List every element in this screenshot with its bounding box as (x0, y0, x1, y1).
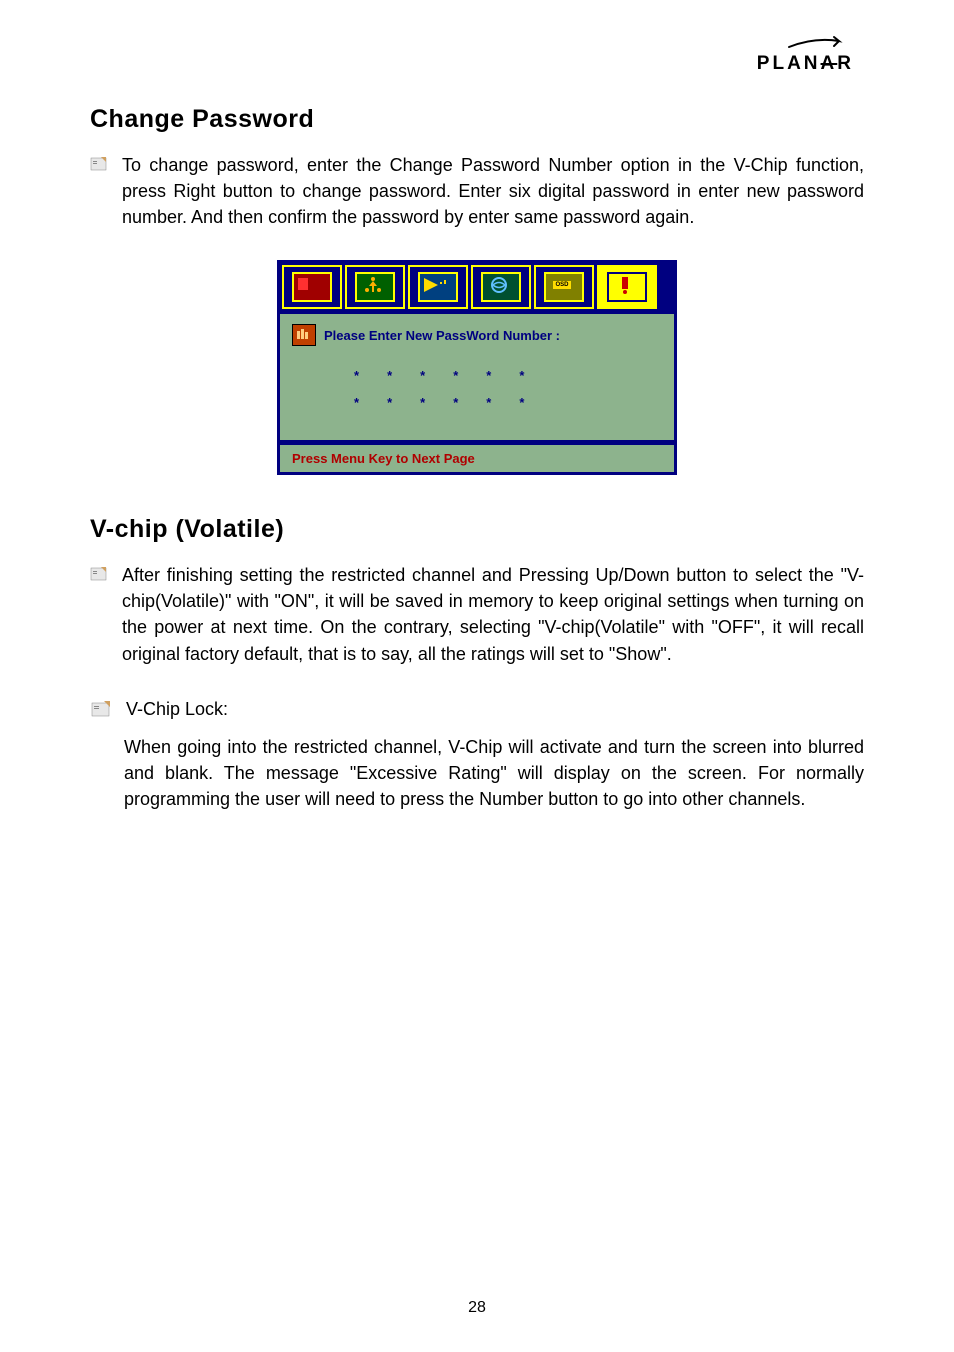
note-icon (90, 566, 108, 581)
osd-tab-4 (471, 265, 531, 309)
arrow-icon (784, 35, 854, 51)
vchip-lock-heading: V-Chip Lock: (126, 699, 228, 720)
osd-prompt-icon (292, 324, 316, 346)
vchip-volatile-text: After finishing setting the restricted c… (122, 562, 864, 666)
logo-text: PLANAR (757, 53, 854, 74)
osd-screenshot: OSD (277, 260, 677, 475)
vchip-volatile-heading: V-chip (Volatile) (90, 515, 864, 544)
osd-tab-6 (597, 265, 657, 309)
osd-footer-text: Press Menu Key to Next Page (277, 443, 677, 475)
osd-tab-3 (408, 265, 468, 309)
planar-logo: PLANAR (757, 35, 854, 75)
change-password-paragraph: To change password, enter the Change Pas… (90, 152, 864, 230)
note-icon (90, 156, 108, 171)
osd-tab-5: OSD (534, 265, 594, 309)
vchip-lock-heading-row: V-Chip Lock: (90, 699, 864, 720)
osd-body: Please Enter New PassWord Number : * * *… (277, 314, 677, 443)
vchip-lock-text: When going into the restricted channel, … (124, 734, 864, 812)
change-password-heading: Change Password (90, 105, 864, 134)
change-password-text: To change password, enter the Change Pas… (122, 152, 864, 230)
note-icon (90, 700, 112, 718)
osd-tab-1 (282, 265, 342, 309)
osd-password-row-1: * * * * * * (354, 368, 662, 383)
osd-tab-2 (345, 265, 405, 309)
osd-password-row-2: * * * * * * (354, 395, 662, 410)
page-number: 28 (0, 1299, 954, 1317)
osd-tab-row: OSD (277, 260, 677, 314)
osd-prompt-text: Please Enter New PassWord Number : (324, 328, 560, 343)
vchip-volatile-paragraph: After finishing setting the restricted c… (90, 562, 864, 666)
